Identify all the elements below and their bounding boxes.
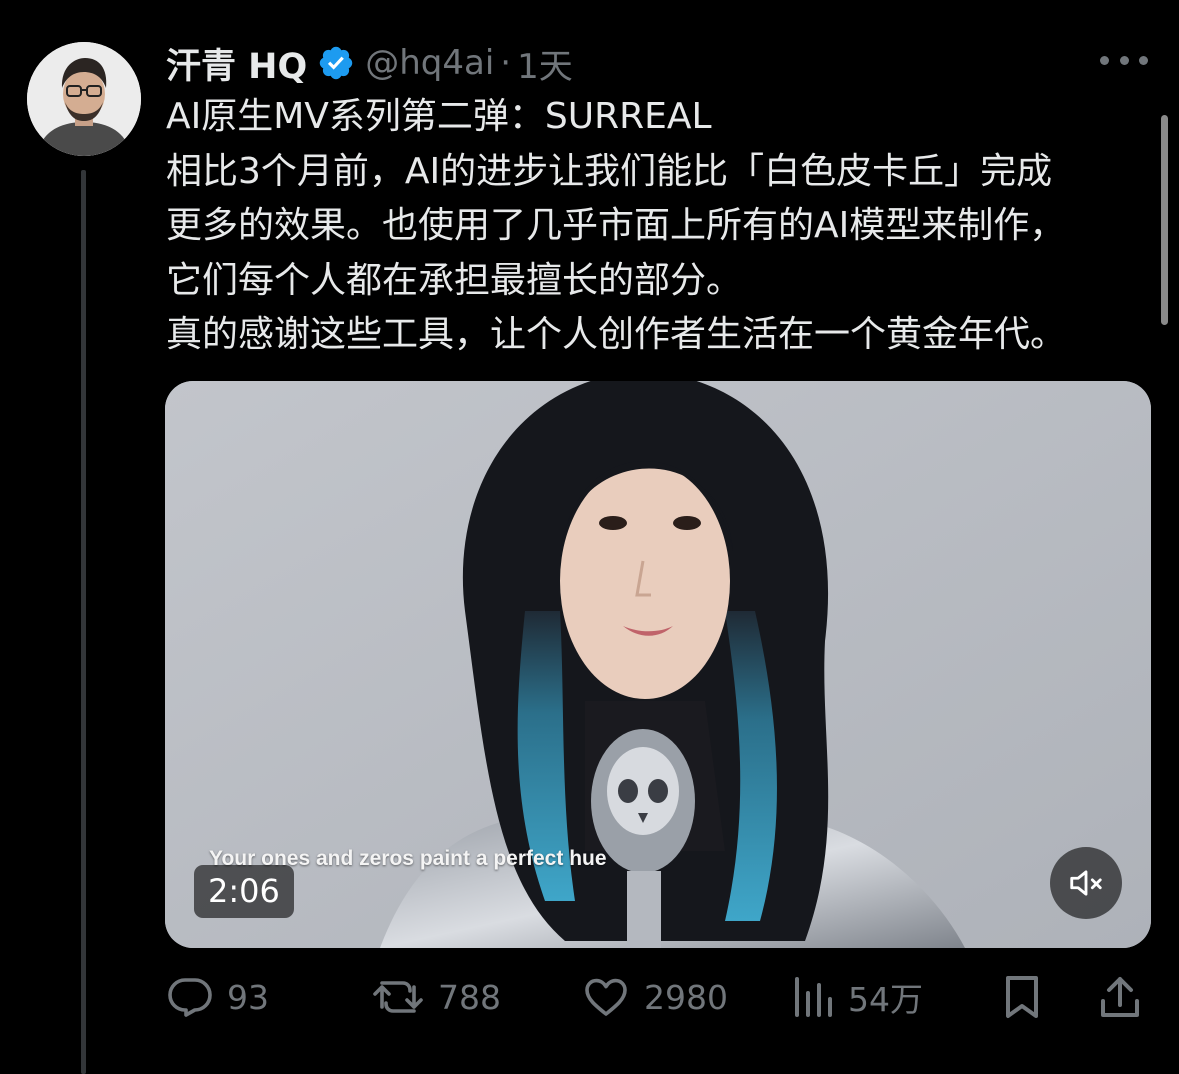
more-icon[interactable] bbox=[1100, 48, 1148, 72]
like-button[interactable]: 2980 bbox=[581, 966, 728, 1028]
retweet-icon bbox=[373, 981, 423, 1013]
retweet-count: 788 bbox=[438, 977, 501, 1017]
tweet-actions: 93 788 2980 54万 bbox=[166, 966, 1151, 1028]
mute-icon bbox=[1070, 870, 1102, 896]
tweet-text: AI原生MV系列第二弹：SURREAL 相比3个月前，AI的进步让我们能比「白色… bbox=[166, 90, 1156, 363]
tweet-text-line: AI原生MV系列第二弹：SURREAL bbox=[166, 96, 712, 137]
reply-count: 93 bbox=[227, 977, 269, 1017]
views-count: 54万 bbox=[848, 980, 923, 1019]
tweet-text-line: 相比3个月前，AI的进步让我们能比「白色皮卡丘」完成 bbox=[166, 150, 1053, 192]
bookmark-button[interactable] bbox=[1000, 966, 1044, 1028]
tweet-text-line: 真的感谢这些工具，让个人创作者生活在一个黄金年代。 bbox=[166, 314, 1067, 355]
reply-icon bbox=[168, 978, 212, 1017]
share-button[interactable] bbox=[1098, 966, 1142, 1028]
bookmark-icon bbox=[1006, 976, 1038, 1018]
views-icon bbox=[795, 977, 832, 1017]
video-duration-badge: 2:06 bbox=[194, 865, 294, 918]
like-count: 2980 bbox=[644, 977, 728, 1017]
scrollbar[interactable] bbox=[1161, 115, 1168, 325]
author-handle[interactable]: @hq4ai bbox=[365, 43, 494, 83]
share-icon bbox=[1101, 977, 1139, 1017]
like-icon bbox=[585, 978, 627, 1016]
views-button[interactable]: 54万 bbox=[791, 966, 923, 1028]
video-player[interactable]: Your ones and zeros paint a perfect hue … bbox=[165, 381, 1151, 948]
mute-button[interactable] bbox=[1050, 847, 1122, 919]
tweet-text-line: 它们每个人都在承担最擅长的部分。 bbox=[166, 259, 743, 301]
author-display-name[interactable]: 汗青 HQ bbox=[166, 38, 307, 89]
avatar-portrait bbox=[27, 42, 141, 156]
thread-line bbox=[81, 170, 86, 1074]
avatar[interactable] bbox=[27, 42, 141, 156]
tweet-text-line: 更多的效果。也使用了几乎市面上所有的AI模型来制作， bbox=[166, 205, 1066, 246]
tweet-timestamp[interactable]: 1天 bbox=[517, 39, 573, 88]
retweet-button[interactable]: 788 bbox=[371, 966, 501, 1028]
verified-badge-icon bbox=[320, 46, 353, 80]
tweet-header: 汗青 HQ @hq4ai · 1天 bbox=[166, 38, 573, 88]
separator-dot: · bbox=[500, 43, 512, 83]
reply-button[interactable]: 93 bbox=[166, 966, 269, 1028]
